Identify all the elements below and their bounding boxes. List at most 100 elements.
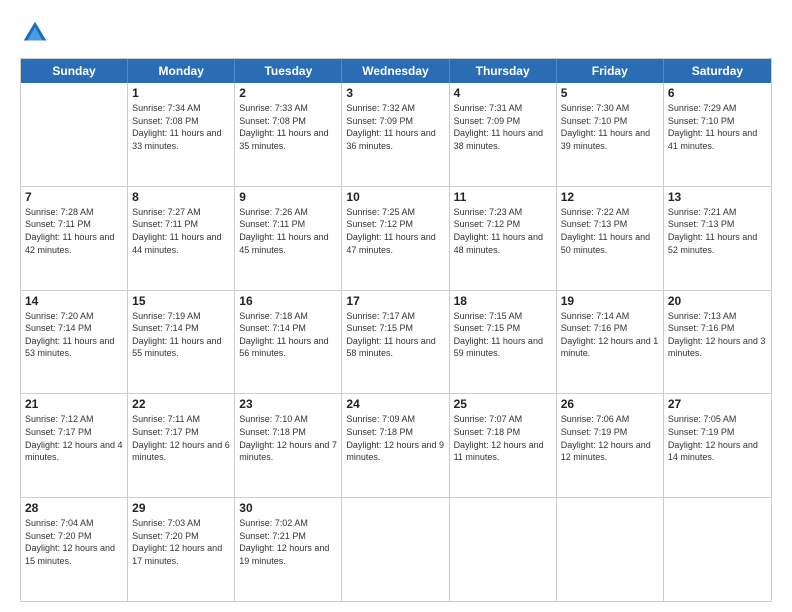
day-number: 23 bbox=[239, 397, 337, 411]
calendar-cell: 6 Sunrise: 7:29 AMSunset: 7:10 PMDayligh… bbox=[664, 83, 771, 186]
day-number: 27 bbox=[668, 397, 767, 411]
day-header-tuesday: Tuesday bbox=[235, 59, 342, 83]
calendar-cell: 13 Sunrise: 7:21 AMSunset: 7:13 PMDaylig… bbox=[664, 187, 771, 290]
calendar-cell: 18 Sunrise: 7:15 AMSunset: 7:15 PMDaylig… bbox=[450, 291, 557, 394]
cell-info: Sunrise: 7:03 AMSunset: 7:20 PMDaylight:… bbox=[132, 517, 230, 567]
cell-info: Sunrise: 7:26 AMSunset: 7:11 PMDaylight:… bbox=[239, 206, 337, 256]
cell-info: Sunrise: 7:09 AMSunset: 7:18 PMDaylight:… bbox=[346, 413, 444, 463]
calendar-cell bbox=[342, 498, 449, 601]
cell-info: Sunrise: 7:02 AMSunset: 7:21 PMDaylight:… bbox=[239, 517, 337, 567]
calendar-cell: 2 Sunrise: 7:33 AMSunset: 7:08 PMDayligh… bbox=[235, 83, 342, 186]
day-number: 12 bbox=[561, 190, 659, 204]
calendar-row-4: 28 Sunrise: 7:04 AMSunset: 7:20 PMDaylig… bbox=[21, 497, 771, 601]
calendar-cell: 11 Sunrise: 7:23 AMSunset: 7:12 PMDaylig… bbox=[450, 187, 557, 290]
cell-info: Sunrise: 7:32 AMSunset: 7:09 PMDaylight:… bbox=[346, 102, 444, 152]
calendar-cell bbox=[557, 498, 664, 601]
page: SundayMondayTuesdayWednesdayThursdayFrid… bbox=[0, 0, 792, 612]
day-header-sunday: Sunday bbox=[21, 59, 128, 83]
day-number: 26 bbox=[561, 397, 659, 411]
calendar-cell: 17 Sunrise: 7:17 AMSunset: 7:15 PMDaylig… bbox=[342, 291, 449, 394]
calendar-cell bbox=[664, 498, 771, 601]
day-number: 2 bbox=[239, 86, 337, 100]
cell-info: Sunrise: 7:04 AMSunset: 7:20 PMDaylight:… bbox=[25, 517, 123, 567]
day-number: 14 bbox=[25, 294, 123, 308]
calendar-cell: 25 Sunrise: 7:07 AMSunset: 7:18 PMDaylig… bbox=[450, 394, 557, 497]
calendar-cell: 3 Sunrise: 7:32 AMSunset: 7:09 PMDayligh… bbox=[342, 83, 449, 186]
cell-info: Sunrise: 7:25 AMSunset: 7:12 PMDaylight:… bbox=[346, 206, 444, 256]
cell-info: Sunrise: 7:22 AMSunset: 7:13 PMDaylight:… bbox=[561, 206, 659, 256]
calendar-cell: 28 Sunrise: 7:04 AMSunset: 7:20 PMDaylig… bbox=[21, 498, 128, 601]
day-number: 7 bbox=[25, 190, 123, 204]
cell-info: Sunrise: 7:14 AMSunset: 7:16 PMDaylight:… bbox=[561, 310, 659, 360]
cell-info: Sunrise: 7:34 AMSunset: 7:08 PMDaylight:… bbox=[132, 102, 230, 152]
calendar-cell: 21 Sunrise: 7:12 AMSunset: 7:17 PMDaylig… bbox=[21, 394, 128, 497]
cell-info: Sunrise: 7:30 AMSunset: 7:10 PMDaylight:… bbox=[561, 102, 659, 152]
cell-info: Sunrise: 7:28 AMSunset: 7:11 PMDaylight:… bbox=[25, 206, 123, 256]
calendar-header: SundayMondayTuesdayWednesdayThursdayFrid… bbox=[21, 59, 771, 83]
calendar-cell: 27 Sunrise: 7:05 AMSunset: 7:19 PMDaylig… bbox=[664, 394, 771, 497]
header bbox=[20, 18, 772, 48]
day-number: 16 bbox=[239, 294, 337, 308]
calendar-cell: 16 Sunrise: 7:18 AMSunset: 7:14 PMDaylig… bbox=[235, 291, 342, 394]
cell-info: Sunrise: 7:07 AMSunset: 7:18 PMDaylight:… bbox=[454, 413, 552, 463]
calendar-cell bbox=[21, 83, 128, 186]
day-header-thursday: Thursday bbox=[450, 59, 557, 83]
day-number: 17 bbox=[346, 294, 444, 308]
calendar-cell: 7 Sunrise: 7:28 AMSunset: 7:11 PMDayligh… bbox=[21, 187, 128, 290]
day-number: 29 bbox=[132, 501, 230, 515]
calendar-cell: 15 Sunrise: 7:19 AMSunset: 7:14 PMDaylig… bbox=[128, 291, 235, 394]
calendar-cell: 29 Sunrise: 7:03 AMSunset: 7:20 PMDaylig… bbox=[128, 498, 235, 601]
calendar-cell: 30 Sunrise: 7:02 AMSunset: 7:21 PMDaylig… bbox=[235, 498, 342, 601]
day-number: 18 bbox=[454, 294, 552, 308]
calendar-cell: 14 Sunrise: 7:20 AMSunset: 7:14 PMDaylig… bbox=[21, 291, 128, 394]
calendar-cell: 22 Sunrise: 7:11 AMSunset: 7:17 PMDaylig… bbox=[128, 394, 235, 497]
day-number: 30 bbox=[239, 501, 337, 515]
day-number: 5 bbox=[561, 86, 659, 100]
calendar-cell: 5 Sunrise: 7:30 AMSunset: 7:10 PMDayligh… bbox=[557, 83, 664, 186]
calendar-cell: 24 Sunrise: 7:09 AMSunset: 7:18 PMDaylig… bbox=[342, 394, 449, 497]
day-header-monday: Monday bbox=[128, 59, 235, 83]
day-number: 19 bbox=[561, 294, 659, 308]
calendar-row-0: 1 Sunrise: 7:34 AMSunset: 7:08 PMDayligh… bbox=[21, 83, 771, 186]
cell-info: Sunrise: 7:18 AMSunset: 7:14 PMDaylight:… bbox=[239, 310, 337, 360]
logo bbox=[20, 18, 54, 48]
cell-info: Sunrise: 7:15 AMSunset: 7:15 PMDaylight:… bbox=[454, 310, 552, 360]
day-header-saturday: Saturday bbox=[664, 59, 771, 83]
cell-info: Sunrise: 7:12 AMSunset: 7:17 PMDaylight:… bbox=[25, 413, 123, 463]
calendar-cell: 20 Sunrise: 7:13 AMSunset: 7:16 PMDaylig… bbox=[664, 291, 771, 394]
day-number: 1 bbox=[132, 86, 230, 100]
cell-info: Sunrise: 7:10 AMSunset: 7:18 PMDaylight:… bbox=[239, 413, 337, 463]
day-number: 6 bbox=[668, 86, 767, 100]
cell-info: Sunrise: 7:19 AMSunset: 7:14 PMDaylight:… bbox=[132, 310, 230, 360]
calendar-row-3: 21 Sunrise: 7:12 AMSunset: 7:17 PMDaylig… bbox=[21, 393, 771, 497]
day-number: 28 bbox=[25, 501, 123, 515]
calendar-cell: 26 Sunrise: 7:06 AMSunset: 7:19 PMDaylig… bbox=[557, 394, 664, 497]
calendar-cell: 10 Sunrise: 7:25 AMSunset: 7:12 PMDaylig… bbox=[342, 187, 449, 290]
cell-info: Sunrise: 7:31 AMSunset: 7:09 PMDaylight:… bbox=[454, 102, 552, 152]
day-number: 9 bbox=[239, 190, 337, 204]
day-header-wednesday: Wednesday bbox=[342, 59, 449, 83]
logo-icon bbox=[20, 18, 50, 48]
day-number: 21 bbox=[25, 397, 123, 411]
day-number: 3 bbox=[346, 86, 444, 100]
calendar-cell bbox=[450, 498, 557, 601]
cell-info: Sunrise: 7:29 AMSunset: 7:10 PMDaylight:… bbox=[668, 102, 767, 152]
calendar-cell: 12 Sunrise: 7:22 AMSunset: 7:13 PMDaylig… bbox=[557, 187, 664, 290]
cell-info: Sunrise: 7:05 AMSunset: 7:19 PMDaylight:… bbox=[668, 413, 767, 463]
cell-info: Sunrise: 7:06 AMSunset: 7:19 PMDaylight:… bbox=[561, 413, 659, 463]
day-number: 10 bbox=[346, 190, 444, 204]
cell-info: Sunrise: 7:23 AMSunset: 7:12 PMDaylight:… bbox=[454, 206, 552, 256]
cell-info: Sunrise: 7:20 AMSunset: 7:14 PMDaylight:… bbox=[25, 310, 123, 360]
day-number: 4 bbox=[454, 86, 552, 100]
cell-info: Sunrise: 7:33 AMSunset: 7:08 PMDaylight:… bbox=[239, 102, 337, 152]
calendar-cell: 9 Sunrise: 7:26 AMSunset: 7:11 PMDayligh… bbox=[235, 187, 342, 290]
day-header-friday: Friday bbox=[557, 59, 664, 83]
cell-info: Sunrise: 7:13 AMSunset: 7:16 PMDaylight:… bbox=[668, 310, 767, 360]
calendar-cell: 4 Sunrise: 7:31 AMSunset: 7:09 PMDayligh… bbox=[450, 83, 557, 186]
day-number: 13 bbox=[668, 190, 767, 204]
calendar-cell: 23 Sunrise: 7:10 AMSunset: 7:18 PMDaylig… bbox=[235, 394, 342, 497]
day-number: 20 bbox=[668, 294, 767, 308]
calendar: SundayMondayTuesdayWednesdayThursdayFrid… bbox=[20, 58, 772, 602]
cell-info: Sunrise: 7:17 AMSunset: 7:15 PMDaylight:… bbox=[346, 310, 444, 360]
cell-info: Sunrise: 7:11 AMSunset: 7:17 PMDaylight:… bbox=[132, 413, 230, 463]
